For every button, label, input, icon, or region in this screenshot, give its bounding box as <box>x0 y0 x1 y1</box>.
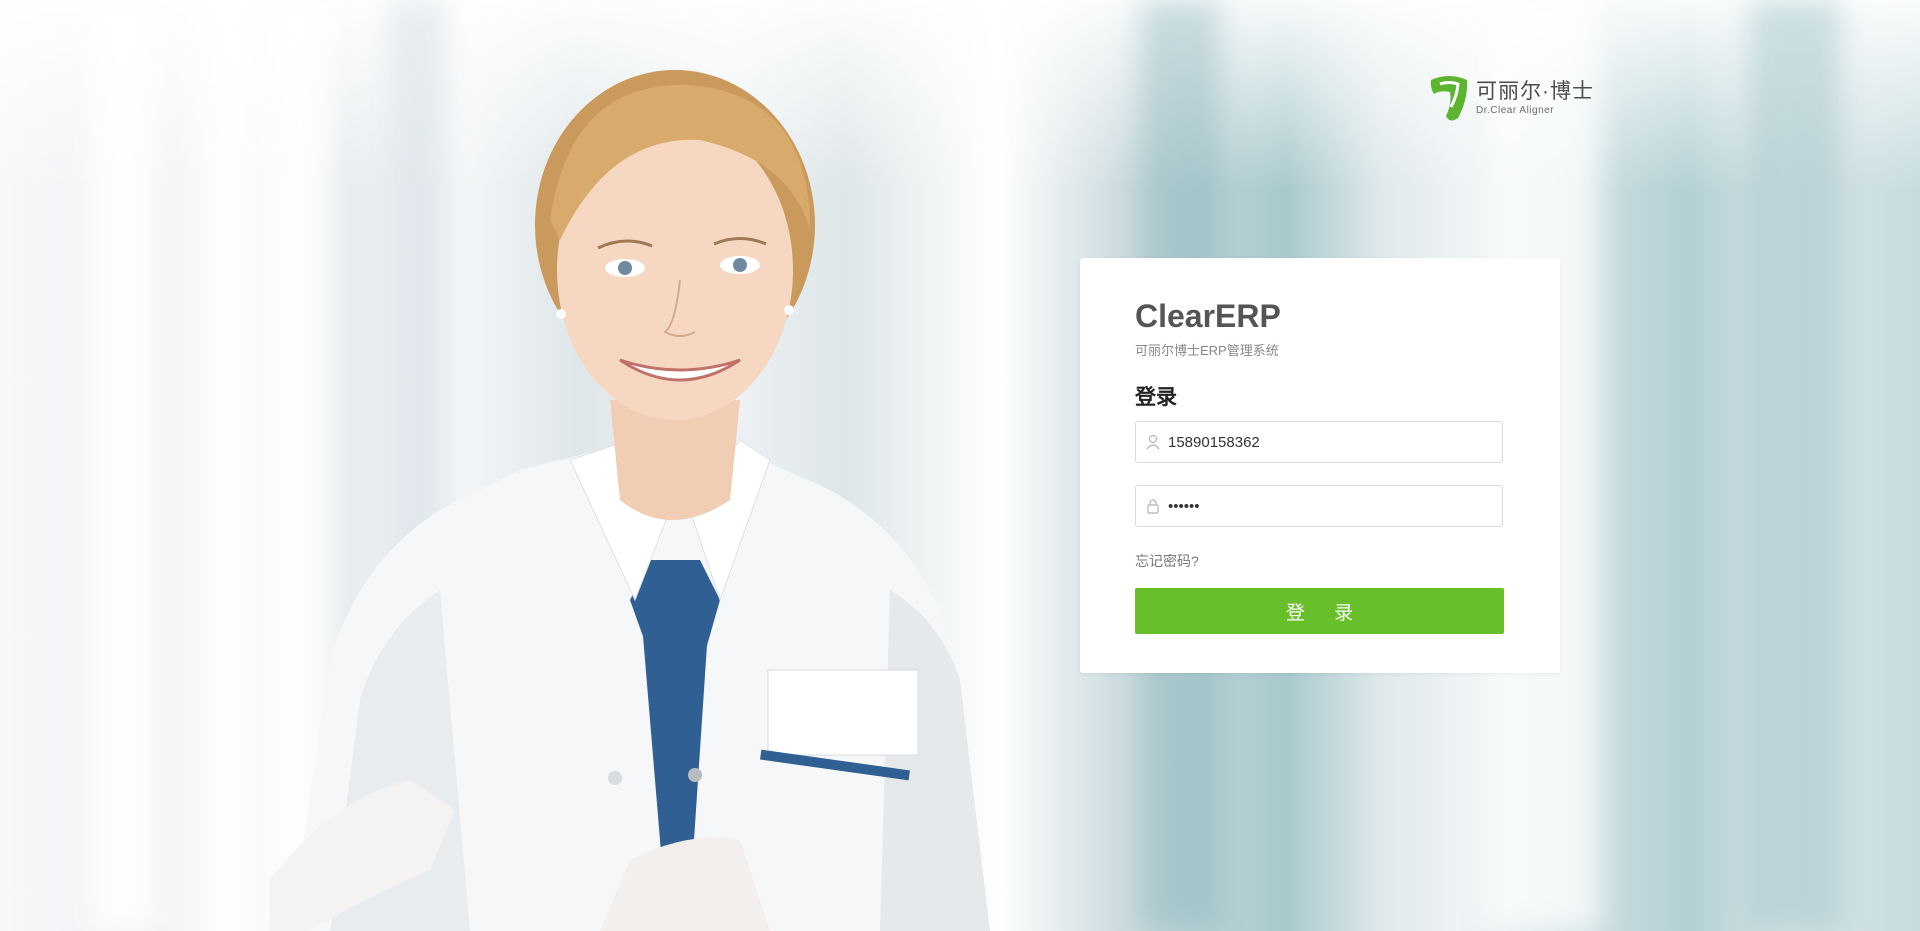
forgot-password-link[interactable]: 忘记密码? <box>1135 551 1199 571</box>
background-column <box>90 0 160 931</box>
logo-name-en: Dr.Clear Aligner <box>1476 104 1555 116</box>
password-field[interactable] <box>1135 485 1503 527</box>
lock-icon <box>1147 499 1159 514</box>
doctor-illustration <box>270 70 990 931</box>
login-card: ClearERP 可丽尔博士ERP管理系统 登录 忘记密码? 登 录 <box>1080 258 1560 673</box>
password-input[interactable] <box>1168 497 1488 515</box>
app-title: ClearERP <box>1135 298 1281 334</box>
username-field[interactable] <box>1135 421 1503 463</box>
username-input[interactable] <box>1168 433 1488 451</box>
logo-name-cn: 可丽尔·博士 <box>1476 79 1594 103</box>
login-heading: 登录 <box>1135 386 1177 409</box>
login-button[interactable]: 登 录 <box>1135 588 1504 634</box>
user-icon <box>1146 434 1160 450</box>
background-column <box>1750 0 1840 931</box>
brand-logo: 可丽尔·博士 Dr.Clear Aligner <box>1428 74 1594 122</box>
app-subtitle: 可丽尔博士ERP管理系统 <box>1135 343 1279 358</box>
tooth-logo-icon <box>1430 76 1468 121</box>
